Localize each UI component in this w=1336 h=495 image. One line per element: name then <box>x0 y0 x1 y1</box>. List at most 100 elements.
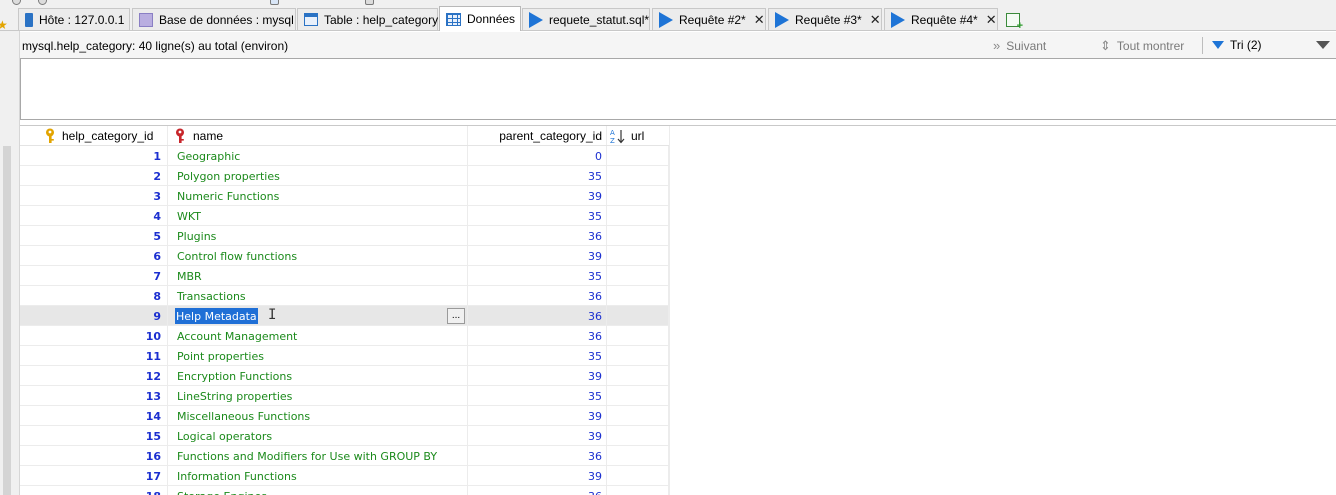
cell-parent-category-id[interactable]: 35 <box>467 266 606 286</box>
show-all-button[interactable]: ⇕ Tout montrer <box>1100 38 1184 54</box>
cell-name[interactable]: Point properties <box>167 346 467 366</box>
cell-help-category-id[interactable]: 17 <box>20 466 167 486</box>
cell-name[interactable]: Encryption Functions <box>167 366 467 386</box>
table-row[interactable]: 8 Transactions 36 <box>20 286 669 306</box>
cell-parent-category-id[interactable]: 0 <box>467 146 606 166</box>
tab-host[interactable]: Hôte : 127.0.0.1 <box>18 8 130 30</box>
column-header-help-category-id[interactable]: help_category_id <box>44 126 153 146</box>
cell-url[interactable] <box>606 406 669 426</box>
cell-url[interactable] <box>606 266 669 286</box>
cell-parent-category-id[interactable]: 36 <box>467 226 606 246</box>
cell-help-category-id[interactable]: 8 <box>20 286 167 306</box>
table-row[interactable]: 3 Numeric Functions 39 <box>20 186 669 206</box>
cell-help-category-id[interactable]: 14 <box>20 406 167 426</box>
filter-editor[interactable] <box>20 58 1336 120</box>
cell-help-category-id[interactable]: 2 <box>20 166 167 186</box>
cell-name[interactable]: Logical operators <box>167 426 467 446</box>
cell-parent-category-id[interactable]: 39 <box>467 406 606 426</box>
cell-parent-category-id[interactable]: 39 <box>467 426 606 446</box>
cell-help-category-id[interactable]: 3 <box>20 186 167 206</box>
cell-name[interactable]: Control flow functions <box>167 246 467 266</box>
data-grid[interactable]: help_category_id name parent_category_id… <box>20 125 1336 495</box>
tab-query-statut[interactable]: requete_statut.sql* <box>522 8 650 30</box>
table-row[interactable]: 7 MBR 35 <box>20 266 669 286</box>
cell-help-category-id[interactable]: 18 <box>20 486 167 495</box>
cell-parent-category-id[interactable]: 36 <box>467 446 606 466</box>
toolbar-button-icon[interactable] <box>38 0 47 5</box>
cell-help-category-id[interactable]: 5 <box>20 226 167 246</box>
table-row[interactable]: 5 Plugins 36 <box>20 226 669 246</box>
cell-url[interactable] <box>606 326 669 346</box>
column-header-parent-category-id[interactable]: parent_category_id <box>467 126 602 146</box>
cell-help-category-id[interactable]: 9 <box>20 306 167 326</box>
cell-parent-category-id[interactable]: 36 <box>467 306 606 326</box>
tab-query-2[interactable]: Requête #2* ✕ <box>652 8 766 30</box>
table-row[interactable]: 15 Logical operators 39 <box>20 426 669 446</box>
next-button[interactable]: » Suivant <box>993 38 1046 53</box>
cell-url[interactable] <box>606 146 669 166</box>
tab-database[interactable]: Base de données : mysql <box>132 8 296 30</box>
cell-url[interactable] <box>606 186 669 206</box>
table-row[interactable]: 18 Storage Engines 36 <box>20 486 669 495</box>
cell-help-category-id[interactable]: 16 <box>20 446 167 466</box>
cell-name[interactable]: Storage Engines <box>167 486 467 495</box>
close-icon[interactable]: ✕ <box>870 13 881 26</box>
sort-button[interactable]: Tri (2) <box>1212 38 1262 52</box>
cell-parent-category-id[interactable]: 39 <box>467 246 606 266</box>
cell-url[interactable] <box>606 346 669 366</box>
cell-editor-ellipsis-button[interactable]: ... <box>447 308 465 324</box>
cell-name[interactable]: Plugins <box>167 226 467 246</box>
cell-parent-category-id[interactable]: 39 <box>467 366 606 386</box>
cell-url[interactable] <box>606 286 669 306</box>
cell-url[interactable] <box>606 246 669 266</box>
cell-url[interactable] <box>606 466 669 486</box>
cell-url[interactable] <box>606 426 669 446</box>
cell-help-category-id[interactable]: 11 <box>20 346 167 366</box>
cell-name[interactable]: LineString properties <box>167 386 467 406</box>
cell-parent-category-id[interactable]: 39 <box>467 466 606 486</box>
toolbar-button-icon[interactable] <box>270 0 279 5</box>
cell-name[interactable]: Information Functions <box>167 466 467 486</box>
cell-help-category-id[interactable]: 12 <box>20 366 167 386</box>
tab-query-3[interactable]: Requête #3* ✕ <box>768 8 882 30</box>
cell-parent-category-id[interactable]: 35 <box>467 386 606 406</box>
cell-name[interactable]: Miscellaneous Functions <box>167 406 467 426</box>
cell-help-category-id[interactable]: 10 <box>20 326 167 346</box>
cell-edit-input[interactable]: Help Metadata <box>175 308 258 324</box>
column-header-name[interactable]: name <box>174 126 223 146</box>
cell-name[interactable]: Numeric Functions <box>167 186 467 206</box>
cell-name[interactable]: WKT <box>167 206 467 226</box>
cell-url[interactable] <box>606 486 669 495</box>
cell-help-category-id[interactable]: 6 <box>20 246 167 266</box>
toolbar-button-icon[interactable] <box>365 0 374 5</box>
cell-name[interactable]: Functions and Modifiers for Use with GRO… <box>167 446 467 466</box>
table-row[interactable]: 10 Account Management 36 <box>20 326 669 346</box>
table-row[interactable]: 17 Information Functions 39 <box>20 466 669 486</box>
cell-name[interactable]: Polygon properties <box>167 166 467 186</box>
cell-name[interactable]: Account Management <box>167 326 467 346</box>
tab-query-4[interactable]: Requête #4* ✕ <box>884 8 998 30</box>
table-row[interactable]: 14 Miscellaneous Functions 39 <box>20 406 669 426</box>
cell-parent-category-id[interactable]: 36 <box>467 286 606 306</box>
tab-table[interactable]: Table : help_category <box>297 8 438 30</box>
cell-url[interactable] <box>606 386 669 406</box>
cell-url[interactable] <box>606 226 669 246</box>
cell-url[interactable] <box>606 366 669 386</box>
cell-help-category-id[interactable]: 13 <box>20 386 167 406</box>
table-row[interactable]: 12 Encryption Functions 39 <box>20 366 669 386</box>
cell-help-category-id[interactable]: 15 <box>20 426 167 446</box>
cell-parent-category-id[interactable]: 36 <box>467 326 606 346</box>
cell-name[interactable]: Geographic <box>167 146 467 166</box>
cell-url[interactable] <box>606 206 669 226</box>
table-row[interactable]: 16 Functions and Modifiers for Use with … <box>20 446 669 466</box>
cell-parent-category-id[interactable]: 35 <box>467 206 606 226</box>
cell-parent-category-id[interactable]: 36 <box>467 486 606 495</box>
left-scrollbar-thumb[interactable] <box>3 146 11 495</box>
cell-parent-category-id[interactable]: 39 <box>467 186 606 206</box>
cell-name[interactable]: MBR <box>167 266 467 286</box>
close-icon[interactable]: ✕ <box>754 13 765 26</box>
table-row[interactable]: 4 WKT 35 <box>20 206 669 226</box>
new-query-tab-button[interactable] <box>1000 8 1026 32</box>
cell-name[interactable]: Transactions <box>167 286 467 306</box>
cell-url[interactable] <box>606 306 669 326</box>
